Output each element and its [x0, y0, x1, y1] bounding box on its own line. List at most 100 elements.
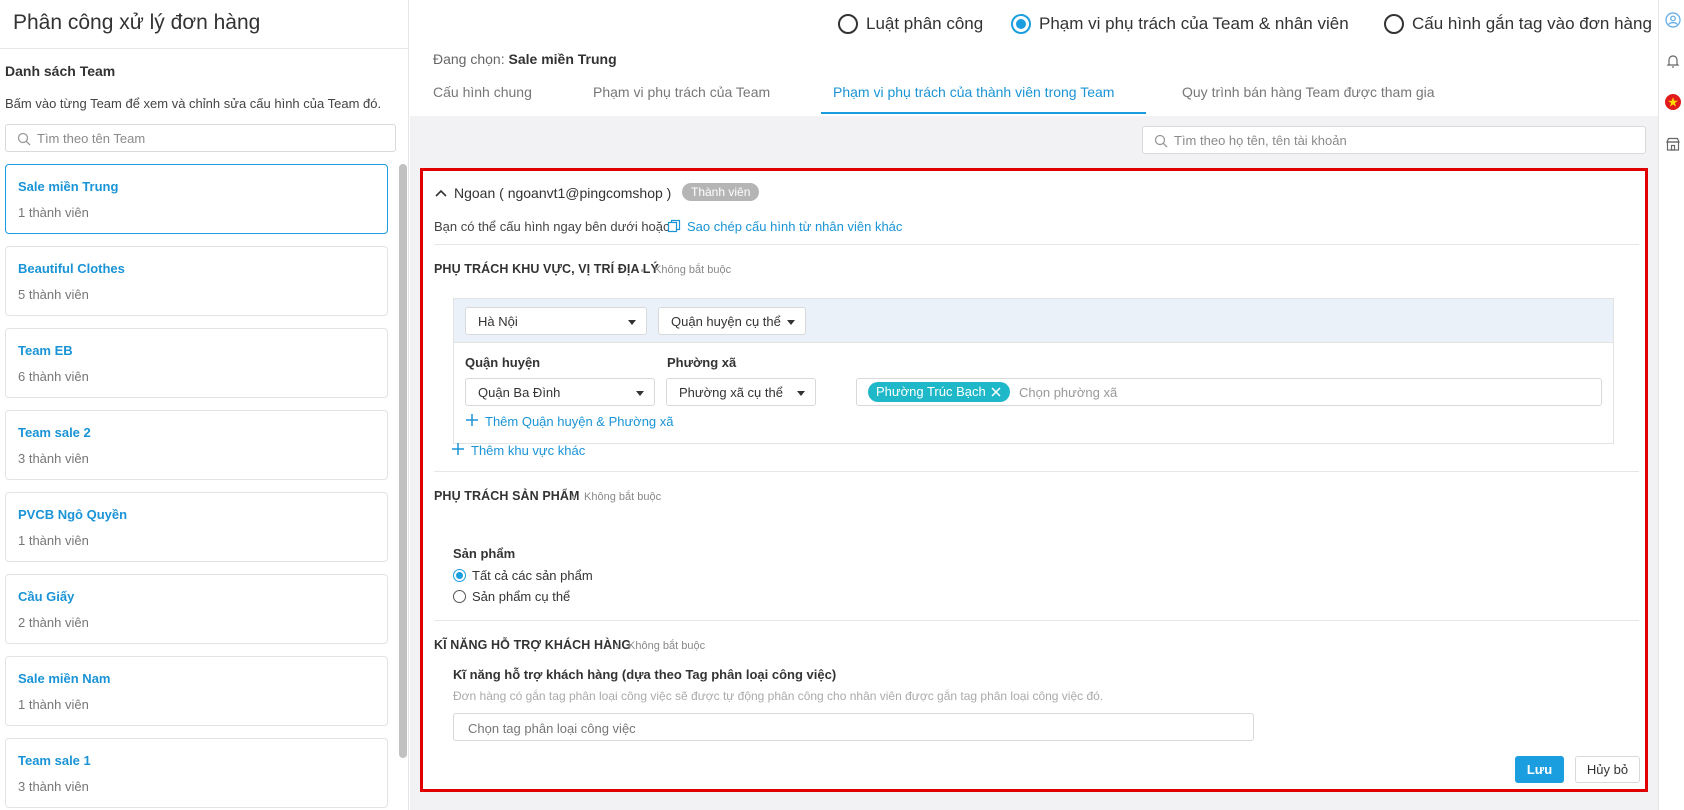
product-section-title: PHỤ TRÁCH SẢN PHẨM [434, 489, 580, 503]
app-root: Phân công xử lý đơn hàng Danh sách Team … [0, 0, 1684, 810]
district-select[interactable]: Quận Ba Đình [465, 378, 655, 406]
team-list-title: Danh sách Team [5, 63, 116, 79]
radio-circle [453, 590, 466, 603]
copy-icon [667, 219, 681, 233]
team-name: Cầu Giấy [18, 589, 75, 604]
team-card[interactable]: Sale miền Nam 1 thành viên [5, 656, 388, 726]
team-name: Beautiful Clothes [18, 261, 125, 276]
member-name: Ngoan ( ngoanvt1@pingcomshop ) [454, 185, 672, 201]
selected-team-name: Sale miền Trung [508, 51, 617, 67]
tab-team-scope[interactable]: Phạm vi phụ trách của Team [593, 84, 770, 100]
divider [434, 620, 1639, 621]
team-list-hint: Bấm vào từng Team để xem và chỉnh sửa cấ… [5, 96, 382, 111]
search-icon [1154, 134, 1168, 148]
caret-down-icon [797, 391, 805, 396]
cancel-button[interactable]: Hủy bỏ [1575, 756, 1640, 783]
team-name: Team EB [18, 343, 73, 358]
skill-tag-select[interactable] [453, 713, 1254, 741]
district-value: Quận Ba Đình [478, 385, 561, 400]
ward-mode-value: Phường xã cụ thể [679, 385, 783, 400]
page-title: Phân công xử lý đơn hàng [13, 11, 261, 34]
team-card[interactable]: Sale miền Trung 1 thành viên [5, 164, 388, 234]
add-district-label: Thêm Quận huyện & Phường xã [485, 414, 674, 429]
main-panel: Luật phân công Phạm vi phụ trách của Tea… [410, 0, 1658, 810]
bell-icon[interactable] [1665, 53, 1681, 69]
team-search-box[interactable] [5, 124, 396, 152]
team-card[interactable]: PVCB Ngô Quyền 1 thành viên [5, 492, 388, 562]
tab-member-scope[interactable]: Phạm vi phụ trách của thành viên trong T… [833, 84, 1114, 100]
radio-label: Cấu hình gắn tag vào đơn hàng [1412, 14, 1652, 33]
team-name: Team sale 2 [18, 425, 91, 440]
tab-general[interactable]: Cấu hình chung [433, 84, 532, 100]
ward-placeholder: Chọn phường xã [1019, 385, 1118, 400]
radio-label: Tất cả các sản phẩm [472, 568, 593, 583]
close-icon[interactable] [990, 386, 1002, 398]
team-name: Sale miền Trung [18, 179, 119, 194]
caret-down-icon [636, 391, 644, 396]
save-button[interactable]: Lưu [1515, 756, 1564, 783]
team-member-count: 2 thành viên [18, 615, 89, 630]
tab-sales-process[interactable]: Quy trình bán hàng Team được tham gia [1182, 84, 1435, 100]
member-config-card: Ngoan ( ngoanvt1@pingcomshop ) Thành viê… [420, 168, 1648, 792]
radio-label: Phạm vi phụ trách của Team & nhân viên [1039, 14, 1349, 33]
province-value: Hà Nội [478, 314, 518, 329]
separator-dot [572, 496, 575, 499]
chevron-up-icon [435, 189, 447, 197]
radio-label: Sản phẩm cụ thể [472, 589, 571, 604]
ward-label: Phường xã [667, 355, 737, 370]
tab-bar: Cấu hình chung Phạm vi phụ trách của Tea… [410, 76, 1658, 116]
user-icon[interactable] [1665, 12, 1681, 28]
team-list-scrollbar[interactable] [399, 164, 407, 758]
team-card[interactable]: Beautiful Clothes 5 thành viên [5, 246, 388, 316]
copy-link-label: Sao chép cấu hình từ nhân viên khác [687, 219, 903, 234]
geo-area-header: Hà Nội Quận huyện cụ thể [454, 299, 1613, 343]
separator-dot [616, 645, 619, 648]
team-search-input[interactable] [37, 129, 387, 147]
team-card[interactable]: Cầu Giấy 2 thành viên [5, 574, 388, 644]
team-card[interactable]: Team sale 2 3 thành viên [5, 410, 388, 480]
ward-mode-select[interactable]: Phường xã cụ thể [666, 378, 816, 406]
divider [434, 244, 1639, 245]
ward-multiselect[interactable]: Phường Trúc Bạch Chọn phường xã [856, 378, 1602, 406]
active-tab-indicator [821, 112, 1146, 114]
member-role-badge: Thành viên [682, 183, 760, 201]
plus-icon [466, 414, 478, 426]
team-card[interactable]: Team EB 6 thành viên [5, 328, 388, 398]
team-member-count: 1 thành viên [18, 533, 89, 548]
caret-down-icon [787, 320, 795, 325]
radio-circle [1384, 14, 1404, 34]
team-name: Team sale 1 [18, 753, 91, 768]
divider [0, 48, 409, 49]
ward-chip: Phường Trúc Bạch [868, 382, 1010, 402]
team-card[interactable]: Team sale 1 3 thành viên [5, 738, 388, 808]
team-member-count: 1 thành viên [18, 205, 89, 220]
member-search-box[interactable] [1142, 126, 1646, 154]
selected-prefix: Đang chọn: [433, 51, 505, 67]
divider [434, 471, 1639, 472]
district-label: Quận huyện [465, 355, 541, 370]
member-search-input[interactable] [1174, 131, 1634, 149]
selected-team-line: Đang chọn: Sale miền Trung [433, 51, 617, 67]
skill-tag-input[interactable] [468, 719, 1228, 737]
district-mode-select[interactable]: Quận huyện cụ thể [658, 307, 806, 335]
province-select[interactable]: Hà Nội [465, 307, 647, 335]
radio-label: Luật phân công [866, 14, 984, 33]
add-area-label: Thêm khu vực khác [471, 443, 586, 458]
mode-radio-group: Luật phân công Phạm vi phụ trách của Tea… [838, 12, 1658, 36]
district-mode-value: Quận huyện cụ thể [671, 314, 781, 329]
skill-section-title: KĨ NĂNG HỖ TRỢ KHÁCH HÀNG [434, 638, 632, 652]
radio-circle [1011, 14, 1031, 34]
skill-optional-label: Không bắt buộc [628, 640, 706, 652]
store-icon[interactable] [1665, 136, 1681, 152]
product-label: Sản phẩm [453, 546, 516, 561]
team-member-count: 1 thành viên [18, 697, 89, 712]
team-member-count: 3 thành viên [18, 451, 89, 466]
team-name: Sale miền Nam [18, 671, 111, 686]
vietnam-flag-icon[interactable] [1665, 94, 1681, 110]
team-member-count: 6 thành viên [18, 369, 89, 384]
radio-circle [838, 14, 858, 34]
team-member-count: 5 thành viên [18, 287, 89, 302]
team-panel: Phân công xử lý đơn hàng Danh sách Team … [0, 0, 409, 810]
skill-label: Kĩ năng hỗ trợ khách hàng (dựa theo Tag … [453, 667, 837, 682]
plus-icon [452, 443, 464, 455]
